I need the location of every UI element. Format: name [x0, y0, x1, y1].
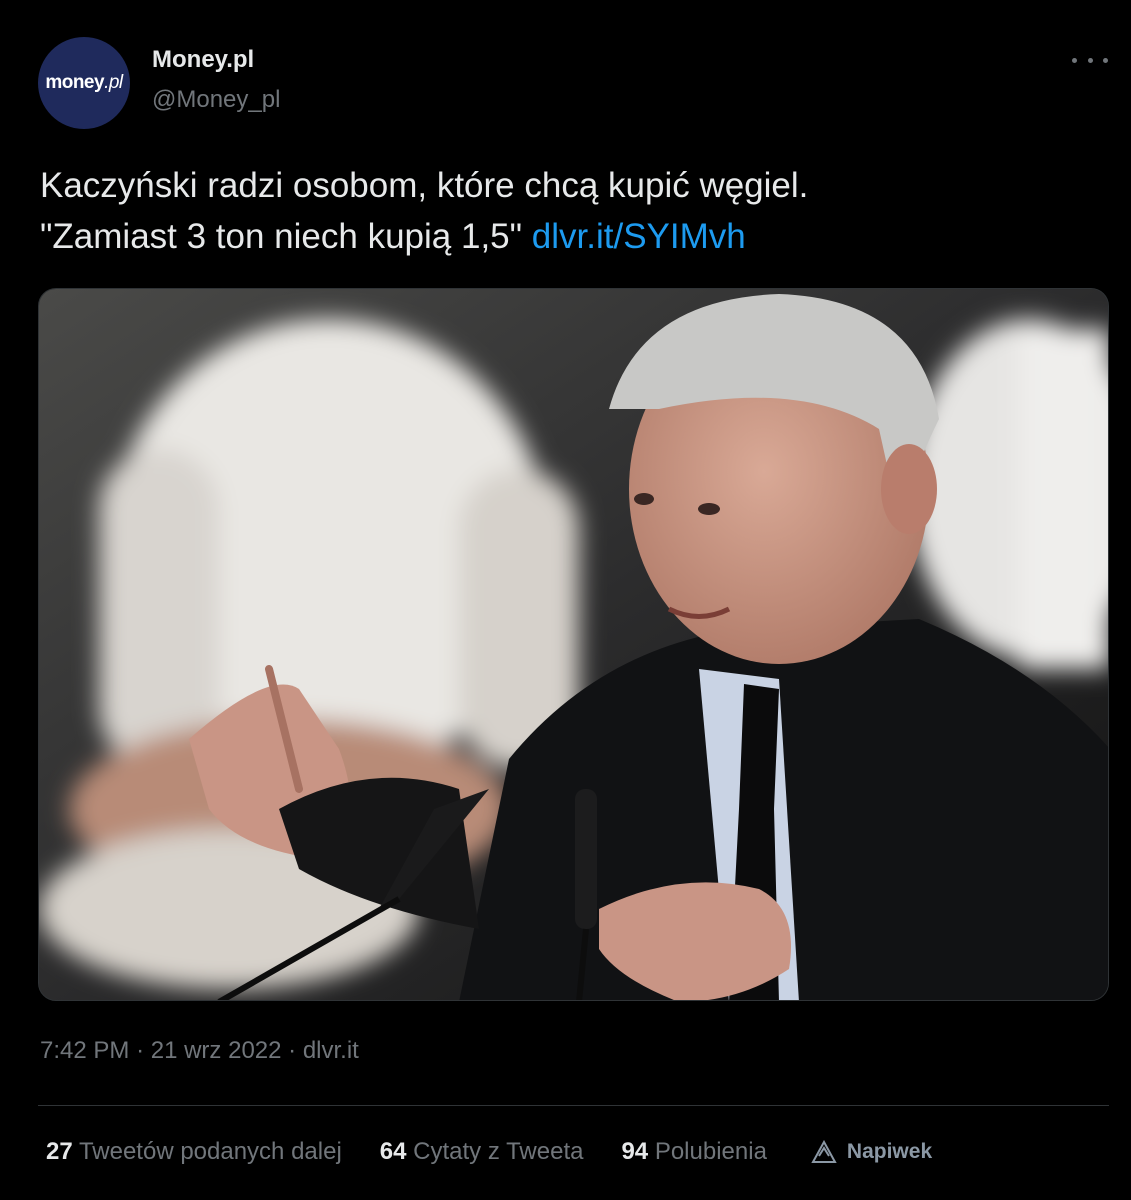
tip-icon	[811, 1140, 837, 1163]
author-handle[interactable]: @Money_pl	[152, 86, 280, 114]
tweet-text: Kaczyński radzi osobom, które chcą kupić…	[40, 160, 1100, 262]
quotes-stat[interactable]: 64 Cytaty z Tweeta	[380, 1138, 584, 1166]
author-avatar[interactable]: money.pl	[38, 37, 130, 129]
tip-button[interactable]: Napiwek	[811, 1140, 932, 1164]
tweet-date[interactable]: 21 wrz 2022	[151, 1037, 282, 1064]
author-name[interactable]: Money.pl	[152, 46, 254, 74]
tweet-time[interactable]: 7:42 PM	[40, 1037, 129, 1064]
tweet-text-line1: Kaczyński radzi osobom, które chcą kupić…	[40, 166, 809, 205]
more-options-icon[interactable]	[1072, 50, 1108, 70]
likes-stat[interactable]: 94 Polubienia	[621, 1138, 766, 1166]
tweet: money.pl Money.pl @Money_pl Kaczyński ra…	[0, 0, 1131, 1200]
tweet-media-photo[interactable]	[38, 288, 1109, 1001]
retweets-stat[interactable]: 27 Tweetów podanych dalej	[46, 1138, 342, 1166]
tweet-meta: 7:42 PM · 21 wrz 2022 · dlvr.it	[40, 1037, 359, 1064]
tweet-source[interactable]: dlvr.it	[303, 1037, 359, 1064]
tweet-text-line2: "Zamiast 3 ton niech kupią 1,5" dlvr.it/…	[40, 217, 746, 256]
avatar-logo-text: money.pl	[45, 72, 123, 93]
divider	[38, 1105, 1109, 1106]
tweet-stats: 27 Tweetów podanych dalej 64 Cytaty z Tw…	[46, 1138, 932, 1166]
tweet-link[interactable]: dlvr.it/SYIMvh	[532, 217, 746, 256]
